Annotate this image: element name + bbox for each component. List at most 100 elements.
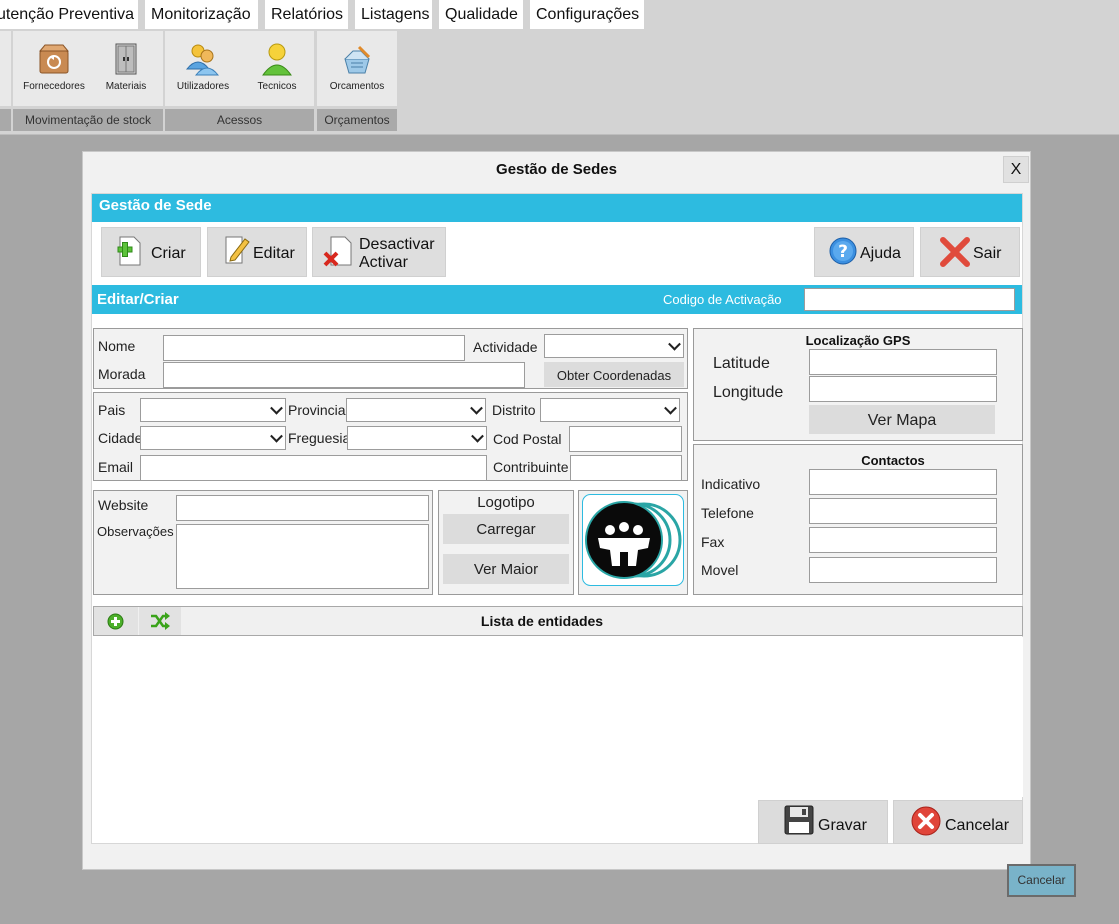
- chevron-down-icon: [270, 429, 283, 443]
- sair-label: Sair: [973, 245, 1002, 262]
- tab-monitorizacao[interactable]: Monitorização: [145, 0, 258, 29]
- web-notes-box: Website Observações: [93, 490, 433, 595]
- movel-input[interactable]: [809, 557, 997, 583]
- tab-label: Monitorização: [151, 6, 251, 23]
- pais-select[interactable]: [140, 398, 286, 422]
- longitude-label: Longitude: [713, 384, 784, 401]
- utilizadores-label: Utilizadores: [176, 81, 230, 92]
- contactos-box: Contactos Indicativo Telefone Fax Movel: [693, 444, 1023, 595]
- new-document-icon: [117, 236, 141, 266]
- editar-label: Editar: [253, 245, 295, 262]
- cancelar-button[interactable]: Cancelar: [893, 800, 1023, 844]
- activation-code-label: Codigo de Activação: [663, 292, 782, 307]
- close-button[interactable]: X: [1003, 156, 1029, 183]
- logo-box: Logotipo Carregar Ver Maior: [438, 490, 574, 595]
- chevron-down-icon: [470, 401, 483, 415]
- logo-image-box: [578, 490, 688, 595]
- observacoes-textarea[interactable]: [176, 524, 429, 589]
- tab-relatorios[interactable]: Relatórios: [265, 0, 348, 29]
- ribbon-group-partial: [0, 31, 11, 106]
- cod-postal-label: Cod Postal: [493, 431, 562, 447]
- materiais-label: Materiais: [105, 81, 147, 92]
- observacoes-label: Observações: [97, 524, 174, 539]
- cabinet-icon: [115, 43, 137, 75]
- activar-label: Activar: [359, 254, 408, 271]
- latitude-input[interactable]: [809, 349, 997, 375]
- distrito-label: Distrito: [492, 402, 536, 418]
- provincia-select[interactable]: [346, 398, 486, 422]
- chevron-down-icon: [471, 429, 484, 443]
- tab-label: Qualidade: [445, 6, 518, 23]
- carregar-button[interactable]: Carregar: [443, 514, 569, 544]
- tab-label: Relatórios: [271, 6, 344, 23]
- gravar-label: Gravar: [818, 817, 867, 834]
- activation-code-input[interactable]: [804, 288, 1015, 311]
- edit-create-title: Editar/Criar: [97, 291, 179, 308]
- email-input[interactable]: [140, 455, 487, 481]
- tab-label: utenção Preventiva: [0, 6, 134, 23]
- chevron-down-icon: [270, 401, 283, 415]
- orcamentos-button[interactable]: Orcamentos: [320, 41, 394, 97]
- distrito-select[interactable]: [540, 398, 680, 422]
- location-box: Pais Provincia Distrito Cidade Freguesia…: [93, 392, 688, 481]
- website-input[interactable]: [176, 495, 429, 521]
- fax-label: Fax: [701, 534, 725, 550]
- technician-icon: [262, 43, 292, 76]
- tab-manutencao-preventiva[interactable]: utenção Preventiva: [0, 0, 138, 29]
- nome-label: Nome: [98, 338, 136, 354]
- gravar-button[interactable]: Gravar: [758, 800, 888, 844]
- help-icon: ?: [829, 237, 857, 265]
- nome-input[interactable]: [163, 335, 465, 361]
- logo-image: [582, 494, 684, 586]
- telefone-input[interactable]: [809, 498, 997, 524]
- desactivar-label: Desactivar: [359, 236, 435, 253]
- cancelar-label: Cancelar: [945, 817, 1010, 834]
- entities-list: [93, 637, 1023, 797]
- editar-button[interactable]: Editar: [207, 227, 307, 277]
- dialog-title: Gestão de Sedes: [496, 161, 617, 178]
- contribuinte-label: Contribuinte: [493, 459, 569, 475]
- exit-x-icon: [940, 237, 970, 267]
- morada-label: Morada: [98, 366, 146, 382]
- contactos-title: Contactos: [861, 453, 925, 468]
- utilizadores-button[interactable]: Utilizadores: [166, 41, 240, 97]
- gestao-sedes-dialog: Gestão de Sedes X Gestão de Sede Criar E…: [82, 151, 1031, 870]
- ribbon-group-label-orcamentos: Orçamentos: [317, 109, 397, 131]
- morada-input[interactable]: [163, 362, 525, 388]
- name-address-box: Nome Actividade Morada Obter Coordenadas: [93, 328, 688, 389]
- freguesia-select[interactable]: [347, 426, 487, 450]
- indicativo-input[interactable]: [809, 469, 997, 495]
- cidade-select[interactable]: [140, 426, 286, 450]
- ver-maior-button[interactable]: Ver Maior: [443, 554, 569, 584]
- tab-listagens[interactable]: Listagens: [355, 0, 432, 29]
- provincia-label: Provincia: [288, 402, 346, 418]
- tecnicos-button[interactable]: Tecnicos: [240, 41, 314, 97]
- ver-mapa-button[interactable]: Ver Mapa: [809, 405, 995, 434]
- tab-qualidade[interactable]: Qualidade: [439, 0, 523, 29]
- criar-button[interactable]: Criar: [101, 227, 201, 277]
- cod-postal-input[interactable]: [569, 426, 682, 452]
- sair-button[interactable]: Sair: [920, 227, 1020, 277]
- ribbon-group-label-acessos: Acessos: [165, 109, 314, 131]
- gps-title: Localização GPS: [805, 333, 911, 348]
- desactivar-activar-button[interactable]: Desactivar Activar: [312, 227, 446, 277]
- ribbon: Fornecedores Materiais Movimentação de s…: [0, 29, 1119, 135]
- fax-input[interactable]: [809, 527, 997, 553]
- chevron-down-icon: [664, 401, 677, 415]
- chevron-down-icon: [668, 337, 681, 351]
- website-label: Website: [98, 497, 149, 513]
- materiais-button[interactable]: Materiais: [89, 41, 163, 97]
- criar-label: Criar: [151, 245, 186, 262]
- tab-configuracoes[interactable]: Configurações: [530, 0, 644, 29]
- status-cancel-button[interactable]: Cancelar: [1007, 864, 1076, 897]
- edit-create-bar: Editar/Criar Codigo de Activação: [92, 285, 1022, 314]
- obter-coordenadas-button[interactable]: Obter Coordenadas: [544, 362, 684, 387]
- fornecedores-button[interactable]: Fornecedores: [17, 41, 91, 97]
- contribuinte-input[interactable]: [570, 455, 682, 481]
- longitude-input[interactable]: [809, 376, 997, 402]
- actividade-select[interactable]: [544, 334, 684, 358]
- ajuda-button[interactable]: ? Ajuda: [814, 227, 914, 277]
- cancel-circle-icon: [911, 806, 941, 836]
- gps-box: Localização GPS Latitude Longitude Ver M…: [693, 328, 1023, 441]
- ajuda-label: Ajuda: [860, 245, 901, 262]
